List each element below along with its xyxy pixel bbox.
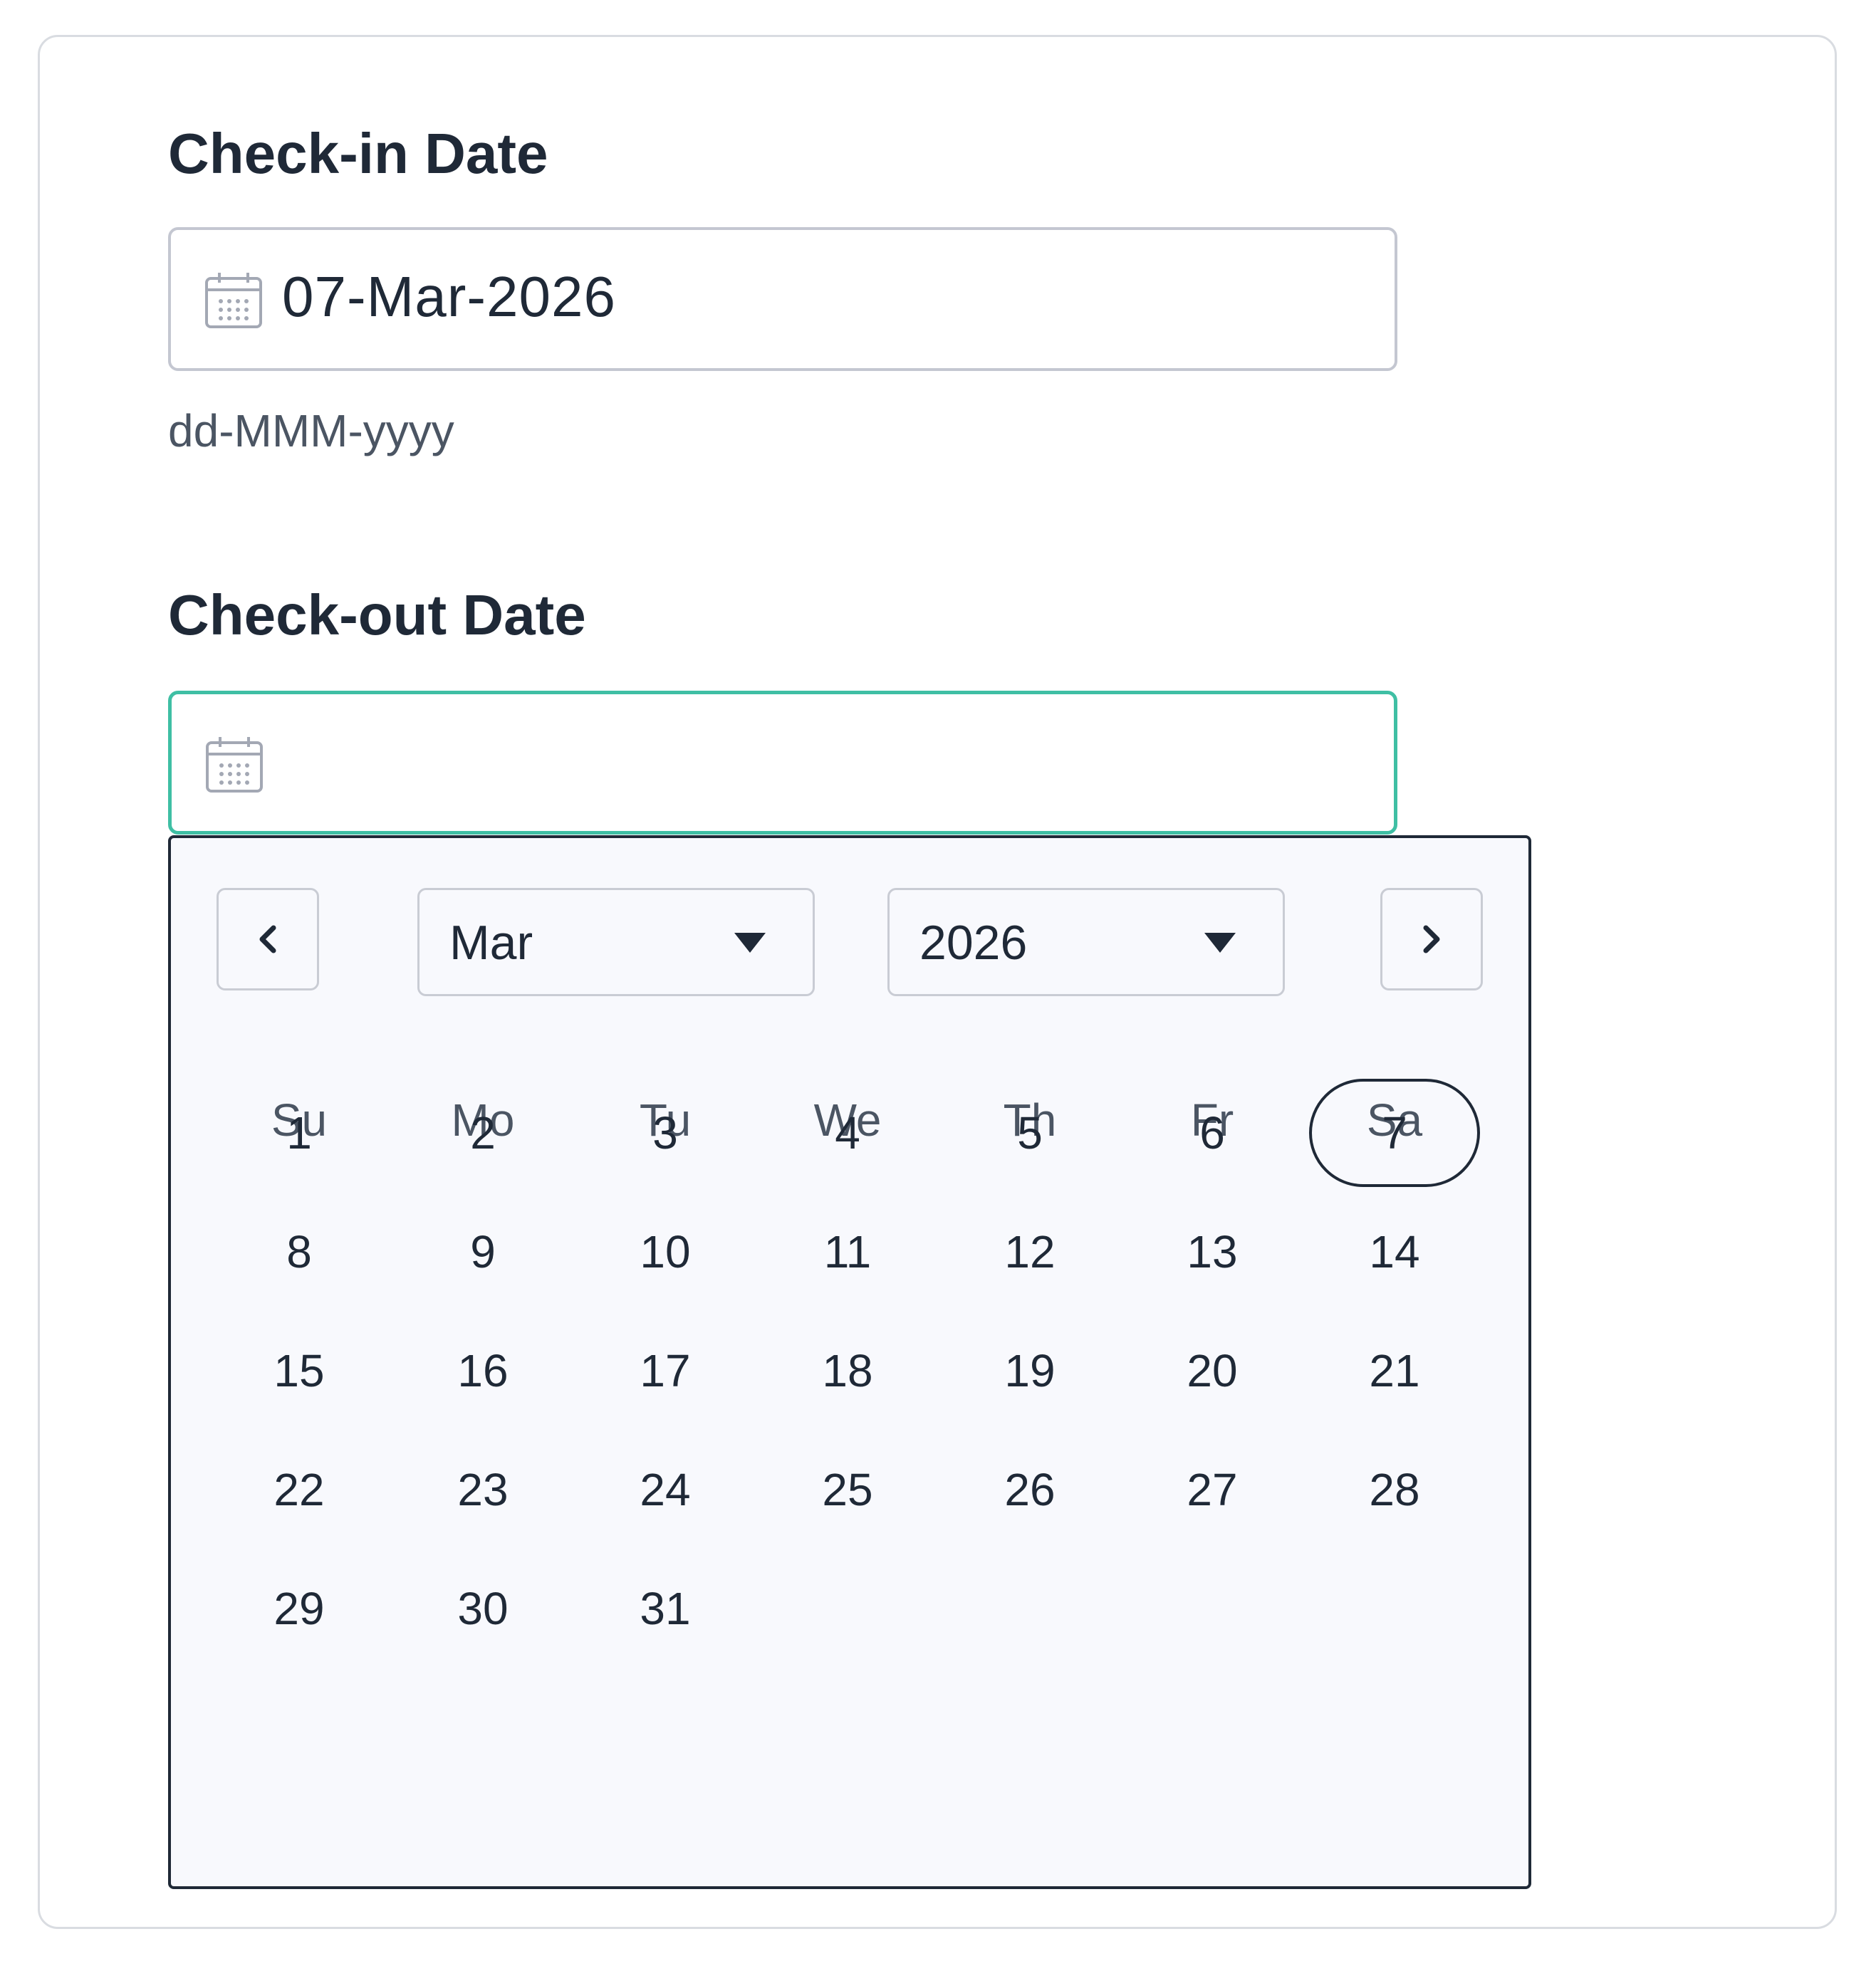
calendar-day[interactable]: 4 — [762, 1079, 933, 1187]
calendar-day[interactable]: 25 — [762, 1436, 933, 1544]
checkin-date-value: 07-Mar-2026 — [282, 265, 617, 328]
calendar-day-selected[interactable]: 7 — [1309, 1079, 1480, 1187]
calendar-icon — [205, 273, 262, 328]
chevron-right-icon — [1423, 925, 1440, 953]
caret-down-icon — [1204, 933, 1236, 953]
calendar-day[interactable]: 24 — [580, 1436, 751, 1544]
calendar-day[interactable]: 26 — [944, 1436, 1115, 1544]
calendar-day[interactable]: 30 — [397, 1554, 568, 1663]
checkin-label: Check-in Date — [168, 122, 548, 185]
calendar-day[interactable]: 12 — [944, 1198, 1115, 1306]
year-select[interactable]: 2026 — [887, 888, 1285, 996]
calendar-day[interactable]: 15 — [214, 1317, 385, 1425]
calendar-day[interactable]: 6 — [1127, 1079, 1298, 1187]
calendar-day[interactable]: 31 — [580, 1554, 751, 1663]
calendar-day[interactable]: 22 — [214, 1436, 385, 1544]
month-select[interactable]: Mar — [417, 888, 815, 996]
calendar-day[interactable]: 23 — [397, 1436, 568, 1544]
calendar-day[interactable]: 21 — [1309, 1317, 1480, 1425]
calendar-day[interactable]: 3 — [580, 1079, 751, 1187]
calendar-day[interactable]: 17 — [580, 1317, 751, 1425]
calendar-day[interactable]: 1 — [214, 1079, 385, 1187]
checkout-label: Check-out Date — [168, 583, 586, 647]
calendar-day[interactable]: 13 — [1127, 1198, 1298, 1306]
year-select-value: 2026 — [919, 916, 1028, 970]
calendar-day[interactable]: 27 — [1127, 1436, 1298, 1544]
chevron-left-icon — [259, 925, 276, 953]
calendar-icon — [206, 737, 263, 793]
calendar-day[interactable]: 16 — [397, 1317, 568, 1425]
date-format-hint: dd-MMM-yyyy — [168, 405, 454, 456]
calendar-day[interactable]: 14 — [1309, 1198, 1480, 1306]
calendar-day[interactable]: 5 — [944, 1079, 1115, 1187]
calendar-day[interactable]: 10 — [580, 1198, 751, 1306]
calendar-day[interactable]: 11 — [762, 1198, 933, 1306]
booking-form-card: Check-in Date 07-Mar-2026 dd-MMM-yyyy Ch… — [38, 35, 1837, 1929]
calendar-day[interactable]: 20 — [1127, 1317, 1298, 1425]
calendar-day[interactable]: 29 — [214, 1554, 385, 1663]
calendar-day[interactable]: 28 — [1309, 1436, 1480, 1544]
next-month-button[interactable] — [1380, 888, 1483, 990]
calendar-day[interactable]: 9 — [397, 1198, 568, 1306]
caret-down-icon — [734, 933, 766, 953]
calendar-day[interactable]: 19 — [944, 1317, 1115, 1425]
checkin-date-field[interactable]: 07-Mar-2026 — [168, 227, 1397, 371]
calendar-day[interactable]: 8 — [214, 1198, 385, 1306]
datepicker-popup: Mar 2026 Su Mo Tu We Th Fr Sa 1 2 3 4 5 6 7 8 9 10 11 12 1… — [168, 835, 1531, 1889]
calendar-day[interactable]: 2 — [397, 1079, 568, 1187]
checkout-date-field[interactable] — [168, 691, 1397, 835]
calendar-day[interactable]: 18 — [762, 1317, 933, 1425]
previous-month-button[interactable] — [217, 888, 319, 990]
month-select-value: Mar — [449, 916, 533, 970]
